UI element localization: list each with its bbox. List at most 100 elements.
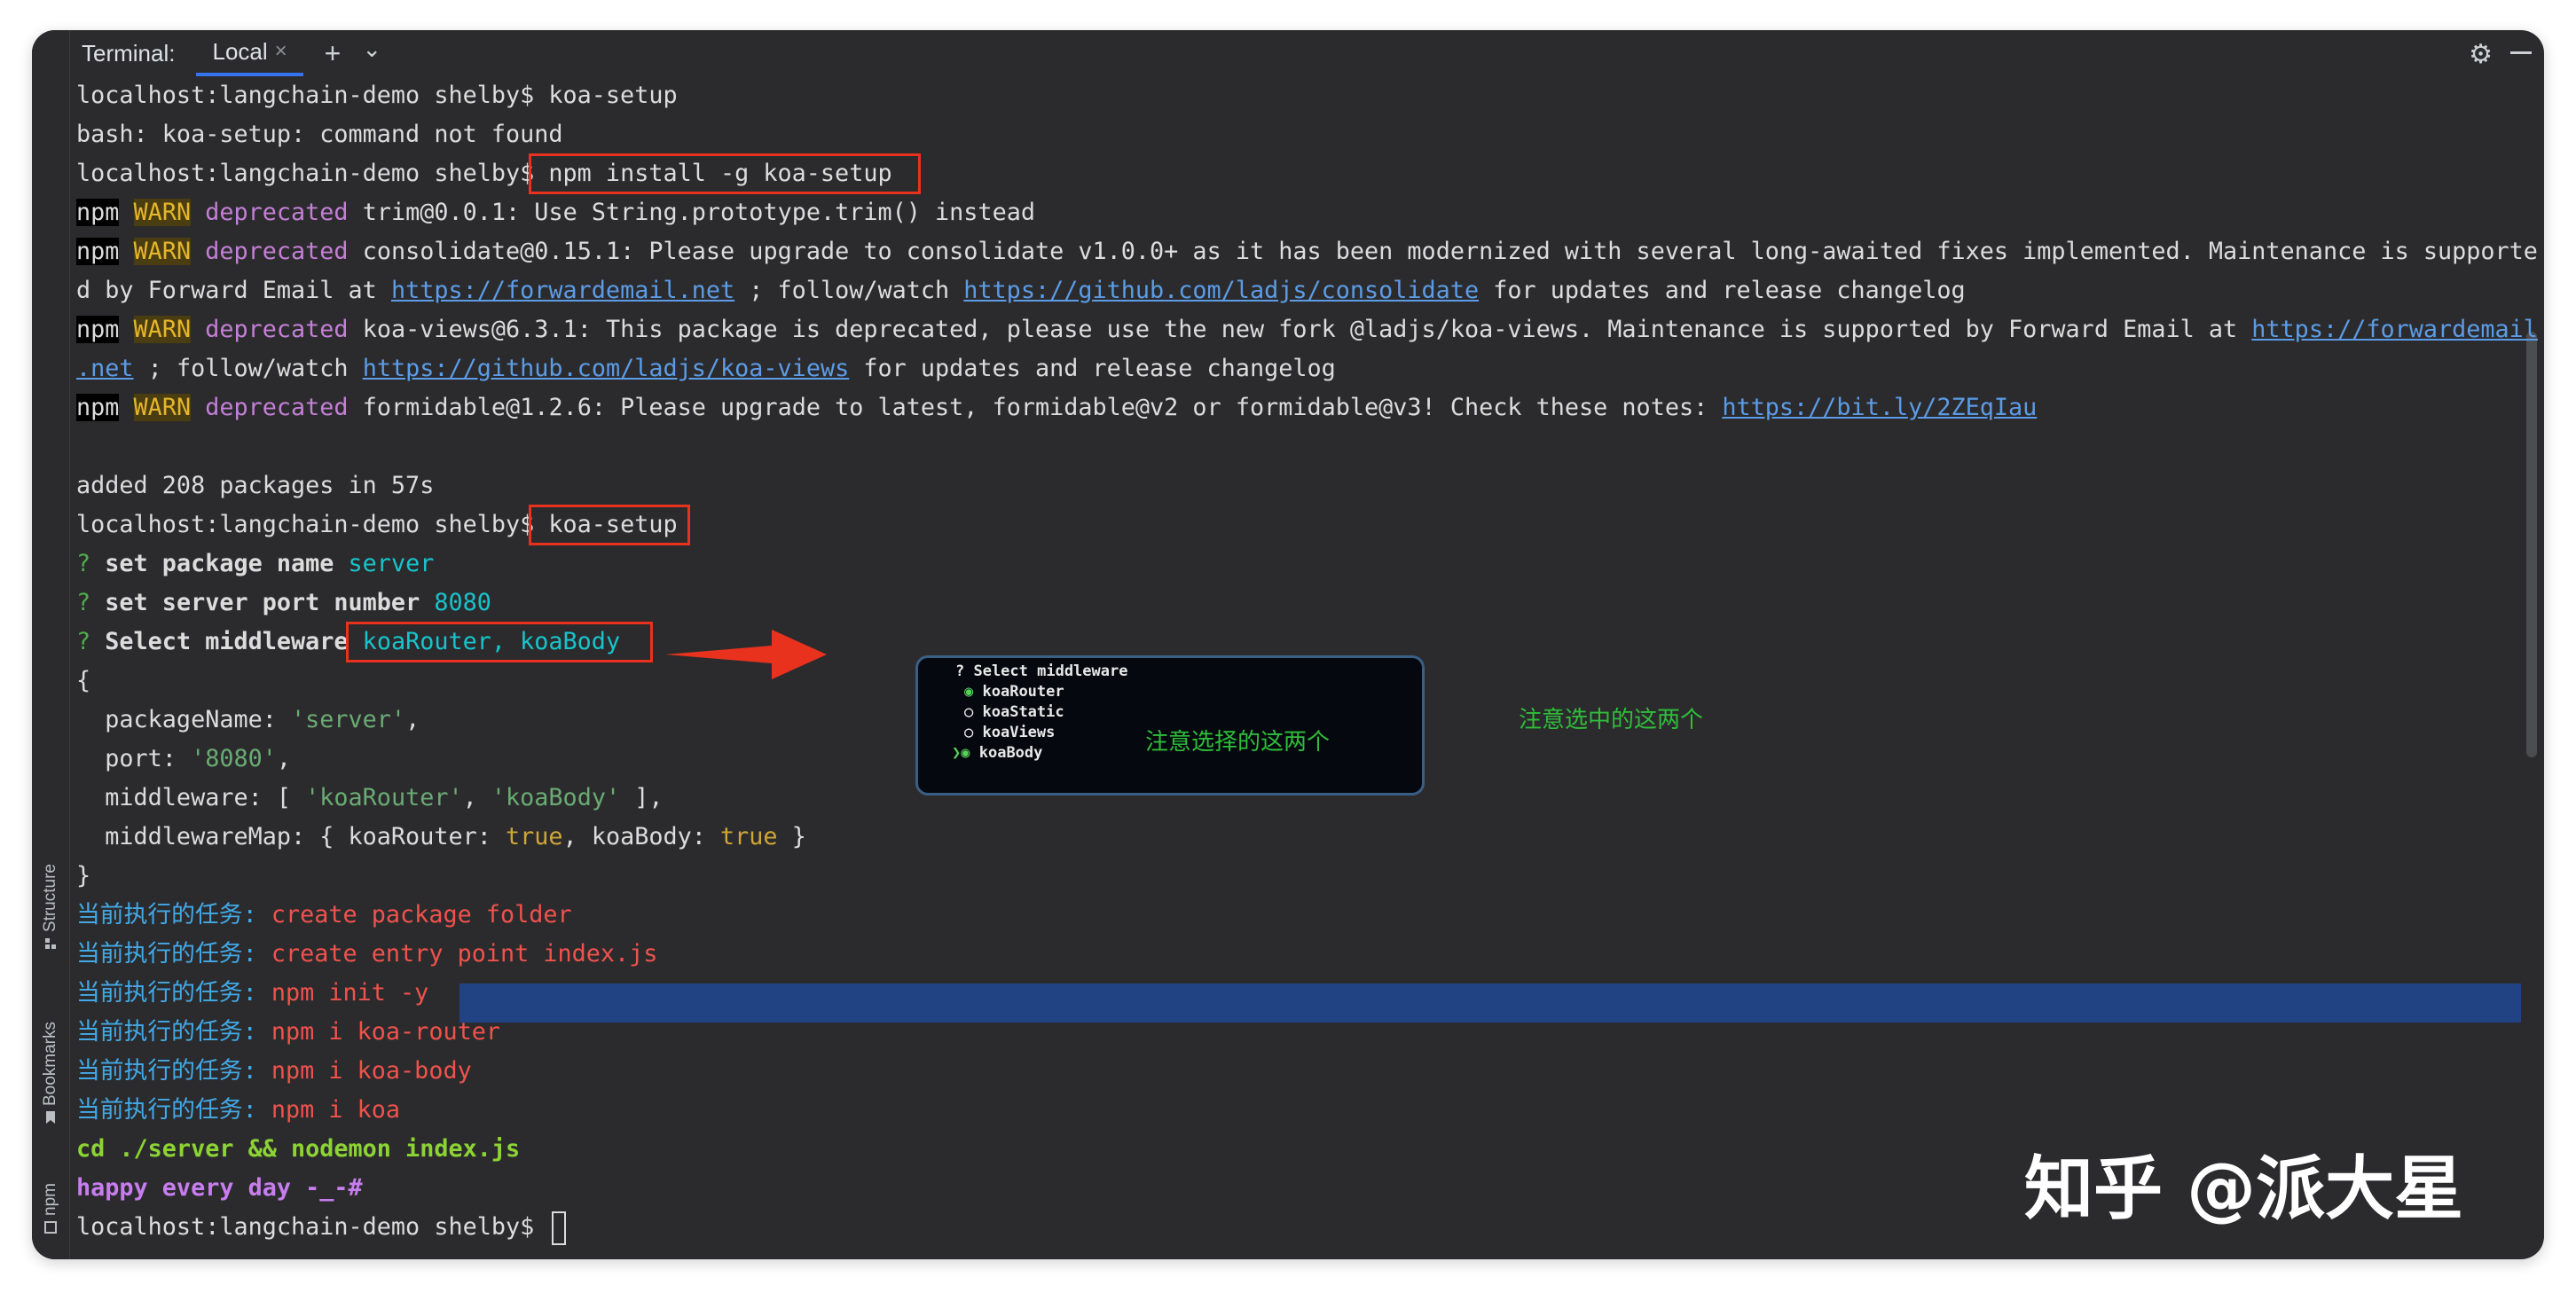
- popup-option-label: koaBody: [978, 744, 1043, 762]
- object-key: port:: [76, 745, 192, 772]
- chevron-down-icon[interactable]: ⌄: [362, 35, 381, 63]
- sidebar-structure-label: Structure: [41, 864, 59, 933]
- sidebar-npm-label: npm: [41, 1183, 59, 1216]
- terminal-line: d by Forward Email at https://forwardema…: [76, 271, 1966, 310]
- popup-option-label: koaViews: [982, 724, 1056, 741]
- npm-icon: [44, 1220, 57, 1234]
- terminal-line: packageName: 'server',: [76, 701, 420, 740]
- punctuation: , koaBody:: [562, 823, 721, 850]
- terminal-line: npm WARN deprecated trim@0.0.1: Use Stri…: [76, 193, 1035, 232]
- minimize-icon[interactable]: [2510, 51, 2532, 54]
- boolean-value: true: [720, 823, 778, 850]
- tab-local[interactable]: Local ×: [196, 30, 303, 76]
- tab-local-label: Local: [212, 37, 268, 65]
- punctuation: ,: [276, 745, 292, 772]
- annotation-note: 注意选中的这两个: [1519, 707, 1704, 733]
- sidebar-structure-tool[interactable]: Structure: [32, 864, 69, 950]
- warn-badge: WARN: [133, 316, 192, 343]
- task-line: 当前执行的任务: create entry point index.js: [76, 935, 657, 974]
- prompt-label: set server port number: [90, 589, 420, 616]
- checked-icon: ◉: [964, 683, 974, 701]
- link[interactable]: https://forwardemail: [2251, 316, 2538, 343]
- link[interactable]: https://github.com/ladjs/consolidate: [963, 277, 1479, 304]
- text-segment: ; follow/watch: [133, 355, 363, 382]
- selection-highlight: [459, 983, 2521, 1023]
- popup-option-label: koaRouter: [982, 683, 1064, 701]
- terminal-line: npm WARN deprecated koa-views@6.3.1: Thi…: [76, 310, 2538, 349]
- terminal-line: npm WARN deprecated formidable@1.2.6: Pl…: [76, 388, 2037, 427]
- task-value: create entry point index.js: [256, 940, 658, 968]
- arrow-icon: [665, 630, 827, 679]
- punctuation: ,: [462, 784, 491, 811]
- link[interactable]: https://forwardemail.net: [391, 277, 734, 304]
- task-value: npm i koa-router: [256, 1018, 500, 1046]
- task-label: 当前执行的任务:: [76, 979, 257, 1007]
- task-line: 当前执行的任务: create package folder: [76, 896, 572, 935]
- task-label: 当前执行的任务:: [76, 1096, 257, 1124]
- terminal-line: port: '8080',: [76, 740, 291, 779]
- watermark-text: 知乎 @派大星: [2024, 1149, 2464, 1229]
- terminal-line: happy every day -_-#: [76, 1174, 363, 1202]
- object-key: packageName:: [76, 706, 291, 733]
- highlight-box: [529, 505, 690, 545]
- terminal-line: npm WARN deprecated consolidate@0.15.1: …: [76, 232, 2538, 271]
- tool-sidebar: Structure Bookmarks npm: [32, 30, 70, 1259]
- terminal-line: middlewareMap: { koaRouter: true, koaBod…: [76, 818, 806, 857]
- punctuation: }: [777, 823, 806, 850]
- warn-badge: WARN: [133, 394, 192, 421]
- warn-message: trim@0.0.1: Use String.prototype.trim() …: [348, 199, 1035, 226]
- highlight-box: [529, 153, 921, 194]
- terminal-title: Terminal:: [82, 39, 176, 67]
- terminal-line: .net ; follow/watch https://github.com/l…: [76, 349, 1336, 388]
- terminal-line: added 208 packages in 57s: [76, 472, 435, 499]
- task-label: 当前执行的任务:: [76, 1018, 257, 1046]
- text-segment: d by Forward Email at: [76, 277, 391, 304]
- popup-option-label: koaStatic: [982, 703, 1064, 721]
- text-segment: ; follow/watch: [734, 277, 964, 304]
- sidebar-npm-tool[interactable]: npm: [32, 1183, 69, 1234]
- string-value: '8080': [191, 745, 277, 772]
- deprecated-label: deprecated: [205, 316, 349, 343]
- bookmark-icon: [46, 1111, 55, 1125]
- prompt-value: server: [334, 550, 435, 577]
- question-mark: ?: [76, 550, 91, 577]
- unchecked-icon: ○: [964, 724, 974, 741]
- punctuation: ],: [620, 784, 664, 811]
- prompt-value: 8080: [420, 589, 491, 616]
- task-line: 当前执行的任务: npm i koa: [76, 1091, 400, 1130]
- popup-title: ? Select middleware: [955, 662, 1128, 680]
- pointer-checked-icon: ❯◉: [952, 744, 970, 762]
- terminal-line: middleware: [ 'koaRouter', 'koaBody' ],: [76, 779, 664, 818]
- gear-icon[interactable]: ⚙: [2469, 39, 2493, 70]
- task-line: 当前执行的任务: npm init -y: [76, 974, 428, 1013]
- text-segment: for updates and release changelog: [1479, 277, 1966, 304]
- terminal-line: {: [76, 667, 91, 694]
- npm-badge: npm: [76, 316, 120, 343]
- close-icon[interactable]: ×: [275, 39, 287, 64]
- npm-badge: npm: [76, 394, 120, 421]
- link[interactable]: https://bit.ly/2ZEqIau: [1722, 394, 2037, 421]
- add-tab-icon[interactable]: +: [325, 37, 342, 70]
- task-value: create package folder: [256, 901, 572, 929]
- object-key: middleware: [: [76, 784, 306, 811]
- task-value: npm init -y: [256, 979, 429, 1007]
- punctuation: ,: [405, 706, 420, 733]
- terminal-line: cd ./server && nodemon index.js: [76, 1135, 521, 1163]
- scrollbar[interactable]: [2526, 332, 2537, 757]
- prompt: localhost:langchain-demo shelby$: [76, 1213, 535, 1241]
- link[interactable]: https://github.com/ladjs/koa-views: [363, 355, 850, 382]
- text-segment: for updates and release changelog: [849, 355, 1336, 382]
- sidebar-bookmarks-tool[interactable]: Bookmarks: [32, 1022, 69, 1125]
- terminal-output[interactable]: localhost:langchain-demo shelby$ koa-set…: [76, 76, 2538, 1259]
- npm-badge: npm: [76, 199, 120, 226]
- task-value: npm i koa: [256, 1096, 401, 1124]
- popup-note: 注意选择的这两个: [1145, 729, 1331, 756]
- popup-option: ○ koaViews: [964, 723, 1055, 742]
- link[interactable]: .net: [76, 355, 134, 382]
- string-value: 'server': [291, 706, 406, 733]
- object-key: middlewareMap: { koaRouter:: [76, 823, 506, 850]
- string-value: 'koaBody': [491, 784, 621, 811]
- terminal-cursor[interactable]: [552, 1211, 567, 1245]
- warn-message: koa-views@6.3.1: This package is depreca…: [348, 316, 2252, 343]
- warn-badge: WARN: [133, 199, 192, 226]
